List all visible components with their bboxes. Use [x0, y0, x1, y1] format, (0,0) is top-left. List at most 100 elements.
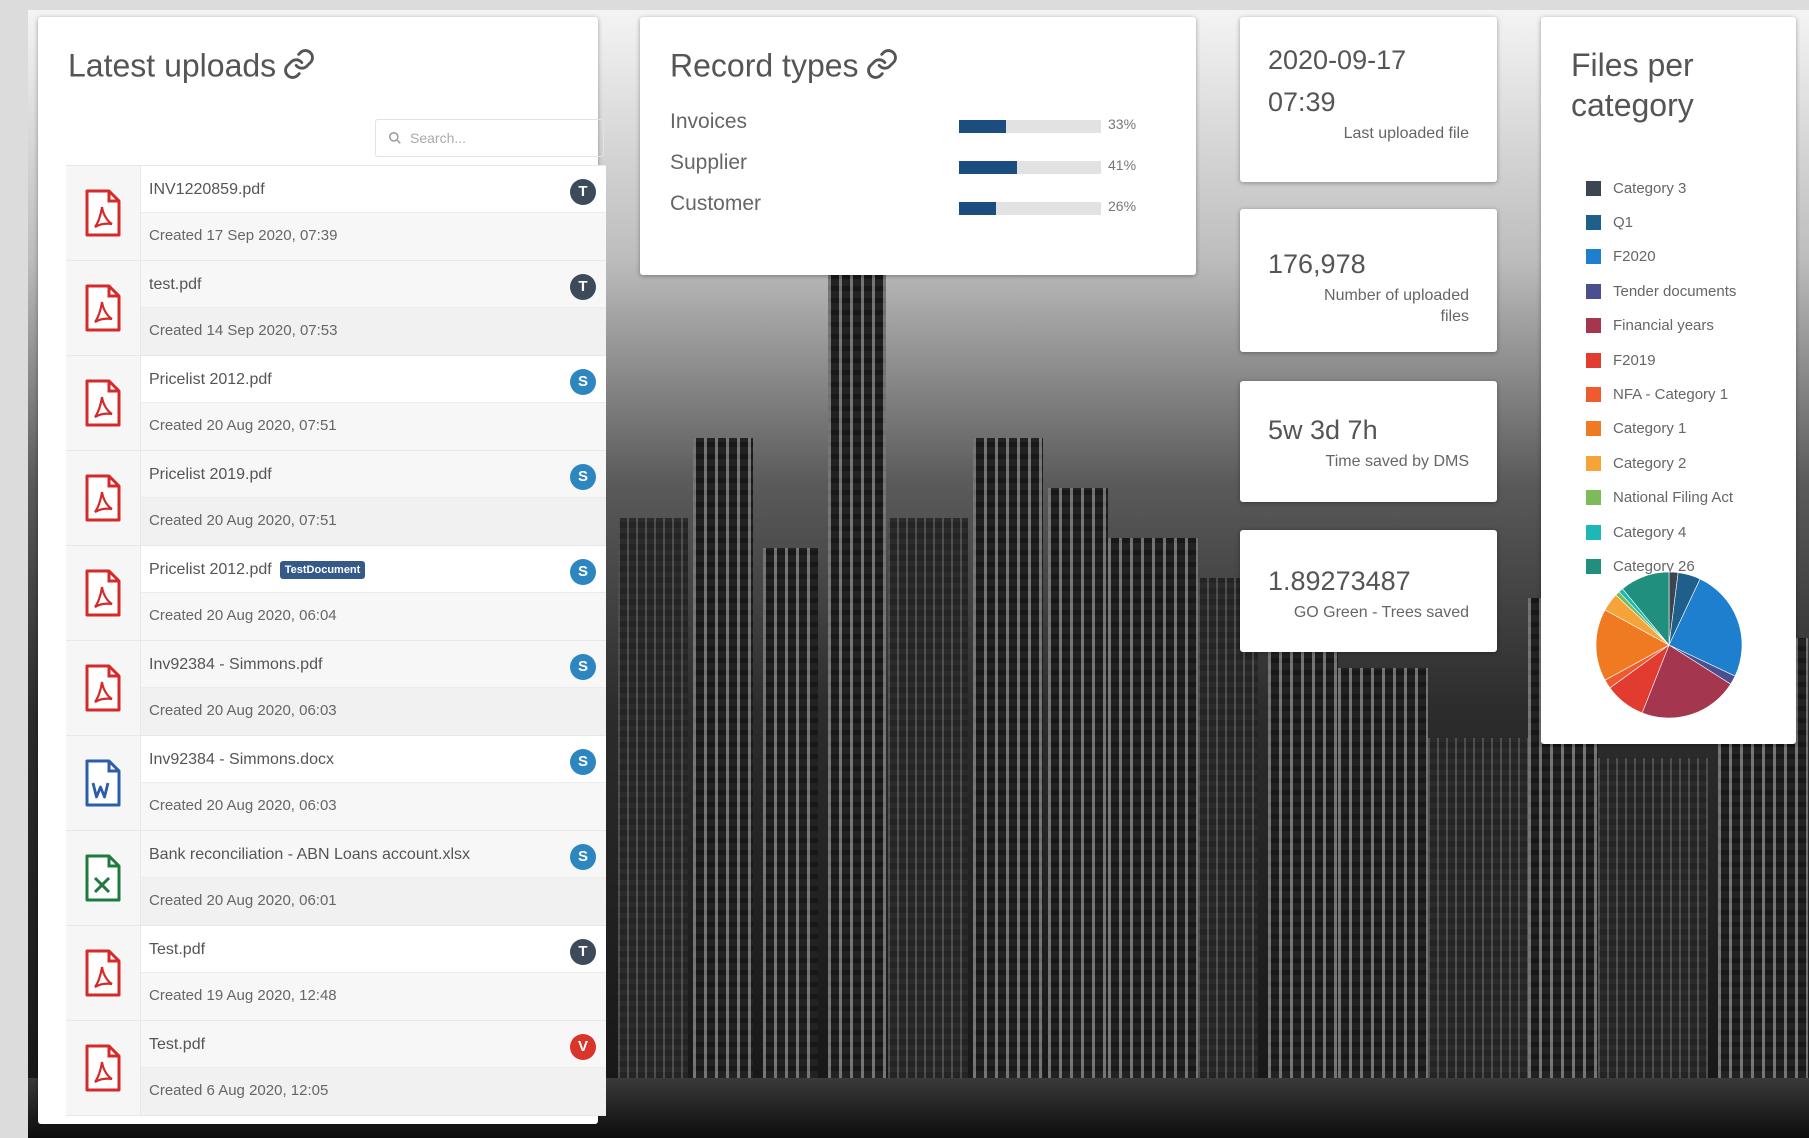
latest-uploads-title: Latest uploads — [68, 47, 568, 89]
record-types-title: Record types — [670, 47, 1166, 89]
legend-item[interactable]: Category 4 — [1586, 515, 1736, 549]
upload-item[interactable]: Pricelist 2012.pdf TestDocument Created 20… — [66, 546, 606, 641]
record-type-label: Supplier — [670, 151, 748, 174]
legend-item[interactable]: Category 3 — [1586, 171, 1736, 205]
legend-item[interactable]: F2020 — [1586, 240, 1736, 274]
search-icon — [389, 132, 401, 144]
upload-item[interactable]: Bank reconciliation - ABN Loans account.… — [66, 831, 606, 926]
legend-swatch — [1586, 455, 1601, 471]
legend-item[interactable]: Category 1 — [1586, 412, 1736, 446]
created-date: Created 19 Aug 2020, 12:48 — [141, 973, 606, 1020]
created-date: Created 17 Sep 2020, 07:39 — [141, 213, 606, 260]
legend-item[interactable]: Q1 — [1586, 205, 1736, 239]
created-date: Created 14 Sep 2020, 07:53 — [141, 308, 606, 355]
latest-uploads-card: Latest uploads Search... INV1220859.pdf C… — [38, 17, 606, 1124]
user-badge: S — [570, 559, 596, 585]
created-date: Created 20 Aug 2020, 06:04 — [141, 593, 606, 640]
time-saved-card: 5w 3d 7h Time saved by DMS — [1240, 381, 1497, 502]
file-name[interactable]: INV1220859.pdf — [149, 181, 265, 198]
category-legend: Category 3 Q1 F2020 Tender documents Financi… — [1586, 171, 1736, 584]
user-badge: S — [570, 654, 596, 680]
created-date: Created 6 Aug 2020, 12:05 — [141, 1068, 606, 1115]
record-type-row: Customer 26% — [670, 192, 1170, 222]
user-badge: T — [570, 179, 596, 205]
trees-saved-card: 1.89273487 GO Green - Trees saved — [1240, 530, 1497, 652]
file-name[interactable]: Bank reconciliation - ABN Loans account.… — [149, 846, 470, 863]
user-badge: T — [570, 939, 596, 965]
upload-item[interactable]: test.pdf Created 14 Sep 2020, 07:53 T — [66, 261, 606, 356]
file-name[interactable]: Inv92384 - Simmons.pdf — [149, 656, 322, 673]
user-badge: T — [570, 274, 596, 300]
link-icon[interactable] — [865, 47, 899, 89]
legend-swatch — [1586, 352, 1601, 368]
created-date: Created 20 Aug 2020, 06:03 — [141, 688, 606, 735]
stat-label: Time saved by DMS — [1325, 453, 1469, 470]
file-name[interactable]: Pricelist 2012.pdf — [149, 561, 272, 578]
progress-fill — [959, 202, 996, 215]
upload-item[interactable]: INV1220859.pdf Created 17 Sep 2020, 07:39… — [66, 166, 606, 261]
legend-swatch — [1586, 283, 1601, 299]
record-type-row: Invoices 33% — [670, 110, 1170, 140]
legend-label: Category 3 — [1613, 179, 1687, 197]
legend-item[interactable]: F2019 — [1586, 343, 1736, 377]
pdf-file-icon — [66, 451, 141, 545]
legend-item[interactable]: Tender documents — [1586, 274, 1736, 308]
legend-label: National Filing Act — [1613, 489, 1734, 507]
legend-swatch — [1586, 215, 1601, 231]
created-date: Created 20 Aug 2020, 06:01 — [141, 878, 606, 925]
file-name[interactable]: Pricelist 2012.pdf — [149, 371, 272, 388]
user-badge: V — [570, 1034, 596, 1060]
legend-item[interactable]: National Filing Act — [1586, 481, 1736, 515]
upload-item[interactable]: Pricelist 2019.pdf Created 20 Aug 2020, 0… — [66, 451, 606, 546]
user-badge: S — [570, 464, 596, 490]
files-per-category-title: Files per category — [1571, 47, 1694, 123]
record-type-label: Customer — [670, 192, 762, 215]
stat-label: Last uploaded file — [1343, 125, 1469, 142]
pdf-file-icon — [66, 166, 141, 260]
created-date: Created 20 Aug 2020, 07:51 — [141, 403, 606, 450]
word-file-icon — [66, 736, 141, 830]
legend-item[interactable]: Financial years — [1586, 309, 1736, 343]
legend-label: Category 4 — [1613, 523, 1687, 541]
legend-swatch — [1586, 524, 1601, 540]
file-name[interactable]: test.pdf — [149, 276, 201, 293]
user-badge: S — [570, 749, 596, 775]
file-name[interactable]: Pricelist 2019.pdf — [149, 466, 272, 483]
link-icon[interactable] — [282, 47, 316, 89]
upload-item[interactable]: Inv92384 - Simmons.docx Created 20 Aug 20… — [66, 736, 606, 831]
upload-item[interactable]: Test.pdf Created 19 Aug 2020, 12:48 T — [66, 926, 606, 1021]
legend-label: NFA - Category 1 — [1613, 386, 1729, 404]
record-types-card: Record types Invoices 33% Supplier 41% Custo… — [640, 17, 1196, 275]
search-input[interactable]: Search... — [375, 119, 604, 157]
upload-item[interactable]: Test.pdf Created 6 Aug 2020, 12:05 V — [66, 1021, 606, 1116]
category-pie-chart — [1595, 571, 1743, 719]
document-tag: TestDocument — [279, 560, 366, 579]
upload-item[interactable]: Inv92384 - Simmons.pdf Created 20 Aug 202… — [66, 641, 606, 736]
stat-value: 5w 3d 7h — [1268, 415, 1378, 445]
files-per-category-card: Files per category Category 3 Q1 F2020 Tend… — [1541, 17, 1796, 744]
progress-bar — [959, 202, 1101, 215]
upload-item[interactable]: Pricelist 2012.pdf Created 20 Aug 2020, 0… — [66, 356, 606, 451]
record-type-row: Supplier 41% — [670, 151, 1170, 181]
legend-label: Category 1 — [1613, 420, 1687, 438]
file-name[interactable]: Test.pdf — [149, 941, 205, 958]
stat-label: GO Green - Trees saved — [1293, 604, 1469, 621]
legend-item[interactable]: Category 2 — [1586, 446, 1736, 480]
file-name[interactable]: Test.pdf — [149, 1036, 205, 1053]
legend-swatch — [1586, 387, 1601, 403]
stat-label: Number of uploaded files — [1324, 287, 1469, 325]
legend-label: F2019 — [1613, 351, 1656, 369]
pdf-file-icon — [66, 926, 141, 1020]
pdf-file-icon — [66, 546, 141, 640]
pdf-file-icon — [66, 356, 141, 450]
stat-value: 2020-09-17 07:39 — [1268, 45, 1407, 117]
excel-file-icon — [66, 831, 141, 925]
legend-swatch — [1586, 180, 1601, 196]
user-badge: S — [570, 844, 596, 870]
pdf-file-icon — [66, 261, 141, 355]
legend-item[interactable]: NFA - Category 1 — [1586, 377, 1736, 411]
user-badge: S — [570, 369, 596, 395]
file-name[interactable]: Inv92384 - Simmons.docx — [149, 751, 334, 768]
record-type-percent: 41% — [1108, 157, 1137, 173]
pdf-file-icon — [66, 641, 141, 735]
